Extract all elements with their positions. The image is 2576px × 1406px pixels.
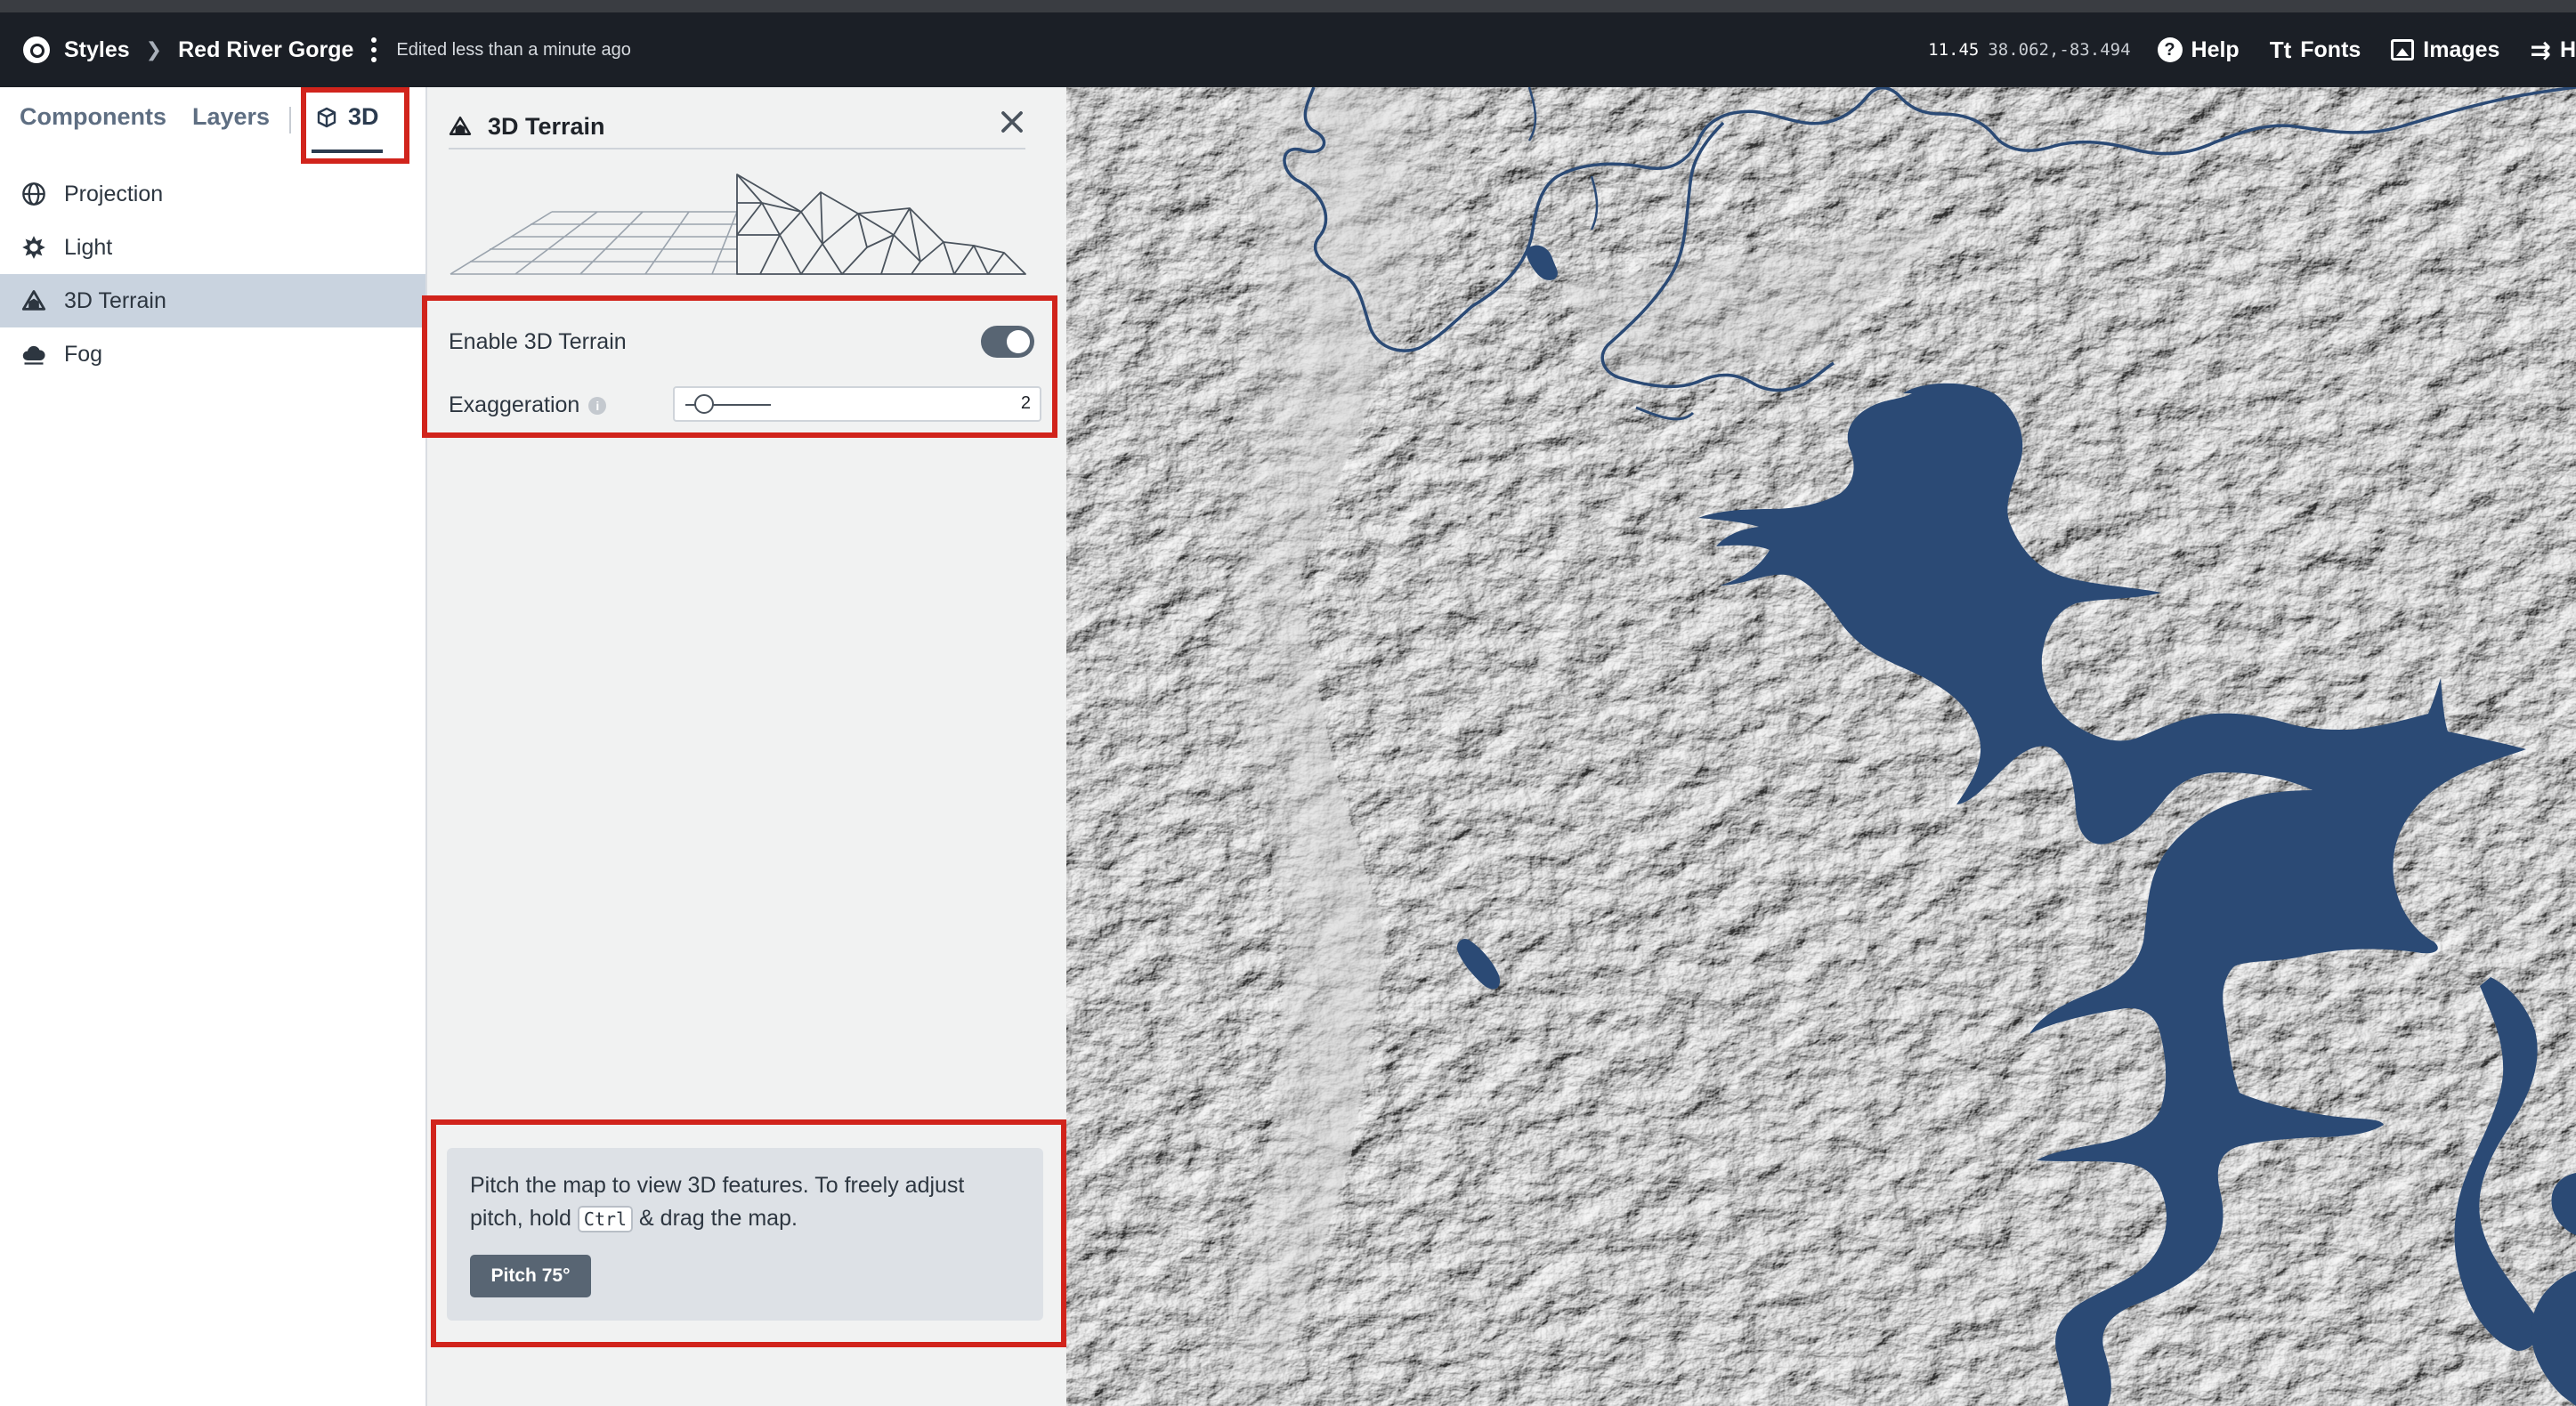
- sidebar-item-label: Fog: [64, 341, 103, 367]
- left-sidebar: Components Layers 3D Projection Light 3D…: [0, 87, 427, 1406]
- sidebar-item-light[interactable]: Light: [0, 221, 425, 274]
- sidebar-item-label: Projection: [64, 181, 164, 206]
- browser-strip: [0, 0, 2576, 12]
- help-icon: ?: [2157, 37, 2183, 62]
- sidebar-item-label: Light: [64, 234, 113, 260]
- fog-icon: [22, 345, 45, 365]
- tab-layers[interactable]: Layers: [192, 103, 270, 131]
- pitch-tip: Pitch the map to view 3D features. To fr…: [447, 1148, 1043, 1321]
- info-icon[interactable]: i: [588, 397, 607, 416]
- light-icon: [22, 236, 45, 259]
- tab-components[interactable]: Components: [20, 103, 166, 131]
- top-bar: Styles ❯ Red River Gorge Edited less tha…: [0, 12, 2576, 87]
- close-icon[interactable]: [999, 109, 1025, 135]
- ctrl-key: Ctrl: [577, 1206, 634, 1232]
- sidebar-item-3d-terrain[interactable]: 3D Terrain: [0, 274, 425, 327]
- exaggeration-value[interactable]: 2: [1021, 393, 1031, 414]
- pitch-button[interactable]: Pitch 75°: [470, 1255, 591, 1297]
- chevron-right-icon: ❯: [145, 38, 163, 61]
- enable-terrain-toggle[interactable]: [981, 326, 1034, 358]
- terrain-illustration: [450, 174, 1026, 275]
- history-button[interactable]: ⇉ H: [2530, 36, 2576, 65]
- tab-divider: [289, 107, 291, 133]
- history-label: H: [2559, 36, 2576, 62]
- tip-text-part: & drag the map.: [633, 1206, 798, 1231]
- edited-status: Edited less than a minute ago: [396, 39, 631, 60]
- mapbox-logo-icon[interactable]: [23, 36, 50, 63]
- terrain-map: [1066, 87, 2576, 1406]
- exaggeration-label-row: Exaggeration i: [449, 392, 607, 418]
- image-icon: [2391, 39, 2415, 61]
- breadcrumb-style-name[interactable]: Red River Gorge: [178, 37, 353, 63]
- images-label: Images: [2423, 36, 2500, 62]
- fonts-label: Fonts: [2300, 36, 2361, 62]
- mountain-icon: [21, 290, 46, 311]
- zoom-level: 11.45: [1928, 40, 1980, 60]
- fonts-icon: Tt: [2269, 36, 2292, 63]
- help-label: Help: [2191, 36, 2240, 62]
- images-button[interactable]: Images: [2391, 37, 2499, 63]
- sidebar-item-label: 3D Terrain: [64, 287, 166, 313]
- exaggeration-slider[interactable]: 2: [673, 386, 1041, 422]
- history-icon: ⇉: [2530, 36, 2551, 64]
- sidebar-item-projection[interactable]: Projection: [0, 167, 425, 221]
- more-options-icon[interactable]: [371, 37, 377, 62]
- terrain-panel: 3D Terrain Enable 3D Terrain Exaggeratio…: [422, 87, 1066, 1406]
- enable-terrain-label: Enable 3D Terrain: [449, 329, 627, 354]
- sidebar-nav: Projection Light 3D Terrain Fog: [0, 167, 425, 381]
- fonts-button[interactable]: Tt Fonts: [2270, 36, 2361, 64]
- breadcrumb-styles[interactable]: Styles: [64, 37, 130, 63]
- map-canvas[interactable]: [1066, 87, 2576, 1406]
- map-position-readout: 11.45 38.062,-83.494: [1928, 40, 2130, 60]
- tab-3d-highlight-box: [301, 87, 409, 164]
- panel-header: 3D Terrain: [449, 105, 1025, 149]
- panel-title: 3D Terrain: [488, 112, 605, 140]
- mountain-icon: [449, 116, 472, 135]
- slider-thumb[interactable]: [694, 394, 714, 414]
- coordinates: 38.062,-83.494: [1988, 40, 2131, 60]
- pitch-tip-text: Pitch the map to view 3D features. To fr…: [470, 1169, 1022, 1236]
- sidebar-tabs: Components Layers 3D: [0, 87, 425, 164]
- sidebar-item-fog[interactable]: Fog: [0, 327, 425, 381]
- help-button[interactable]: ? Help: [2157, 36, 2240, 63]
- globe-icon: [22, 182, 45, 206]
- exaggeration-label: Exaggeration: [449, 392, 580, 417]
